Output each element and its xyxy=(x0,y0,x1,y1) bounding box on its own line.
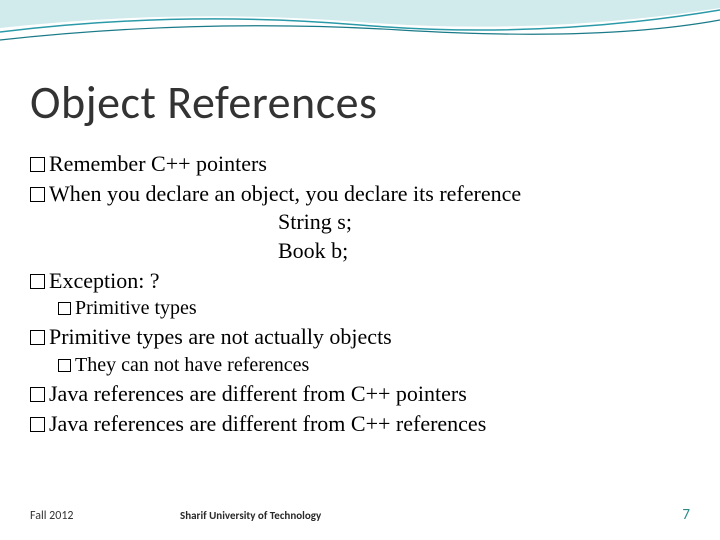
footer-org: Sharif University of Technology xyxy=(180,509,660,522)
bullet-text: Primitive types are not actually objects xyxy=(49,324,392,349)
square-bullet-icon xyxy=(58,359,71,372)
square-bullet-icon xyxy=(58,302,71,315)
square-bullet-icon xyxy=(30,274,45,289)
bullet-primitive-not-obj: Primitive types are not actually objects xyxy=(30,322,690,352)
footer-date: Fall 2012 xyxy=(30,509,180,523)
bullet-text: Java references are different from C++ r… xyxy=(49,411,486,436)
bullet-diff-pointers: Java references are different from C++ p… xyxy=(30,379,690,409)
slide-footer: Fall 2012 Sharif University of Technolog… xyxy=(30,506,690,524)
code-line-2: Book b; xyxy=(30,237,690,266)
bullet-text: Java references are different from C++ p… xyxy=(49,381,467,406)
bullet-declare: When you declare an object, you declare … xyxy=(30,179,690,209)
bullet-remember: Remember C++ pointers xyxy=(30,149,690,179)
bullet-text: When you declare an object, you declare … xyxy=(49,181,521,206)
square-bullet-icon xyxy=(30,330,45,345)
bullet-text: Remember C++ pointers xyxy=(49,151,267,176)
bullet-text: They can not have references xyxy=(75,354,309,376)
square-bullet-icon xyxy=(30,157,45,172)
code-line-1: String s; xyxy=(30,208,690,237)
bullet-diff-refs: Java references are different from C++ r… xyxy=(30,409,690,439)
page-number: 7 xyxy=(660,506,690,524)
subbullet-no-refs: They can not have references xyxy=(30,352,690,379)
slide-content: Object References Remember C++ pointers … xyxy=(30,75,690,438)
bullet-text: Exception: ? xyxy=(49,268,160,293)
square-bullet-icon xyxy=(30,187,45,202)
subbullet-primitive: Primitive types xyxy=(30,295,690,322)
bullet-text: Primitive types xyxy=(75,297,197,319)
slide-title: Object References xyxy=(30,75,690,131)
bullet-exception: Exception: ? xyxy=(30,266,690,296)
decorative-wave xyxy=(0,0,720,70)
square-bullet-icon xyxy=(30,417,45,432)
square-bullet-icon xyxy=(30,387,45,402)
